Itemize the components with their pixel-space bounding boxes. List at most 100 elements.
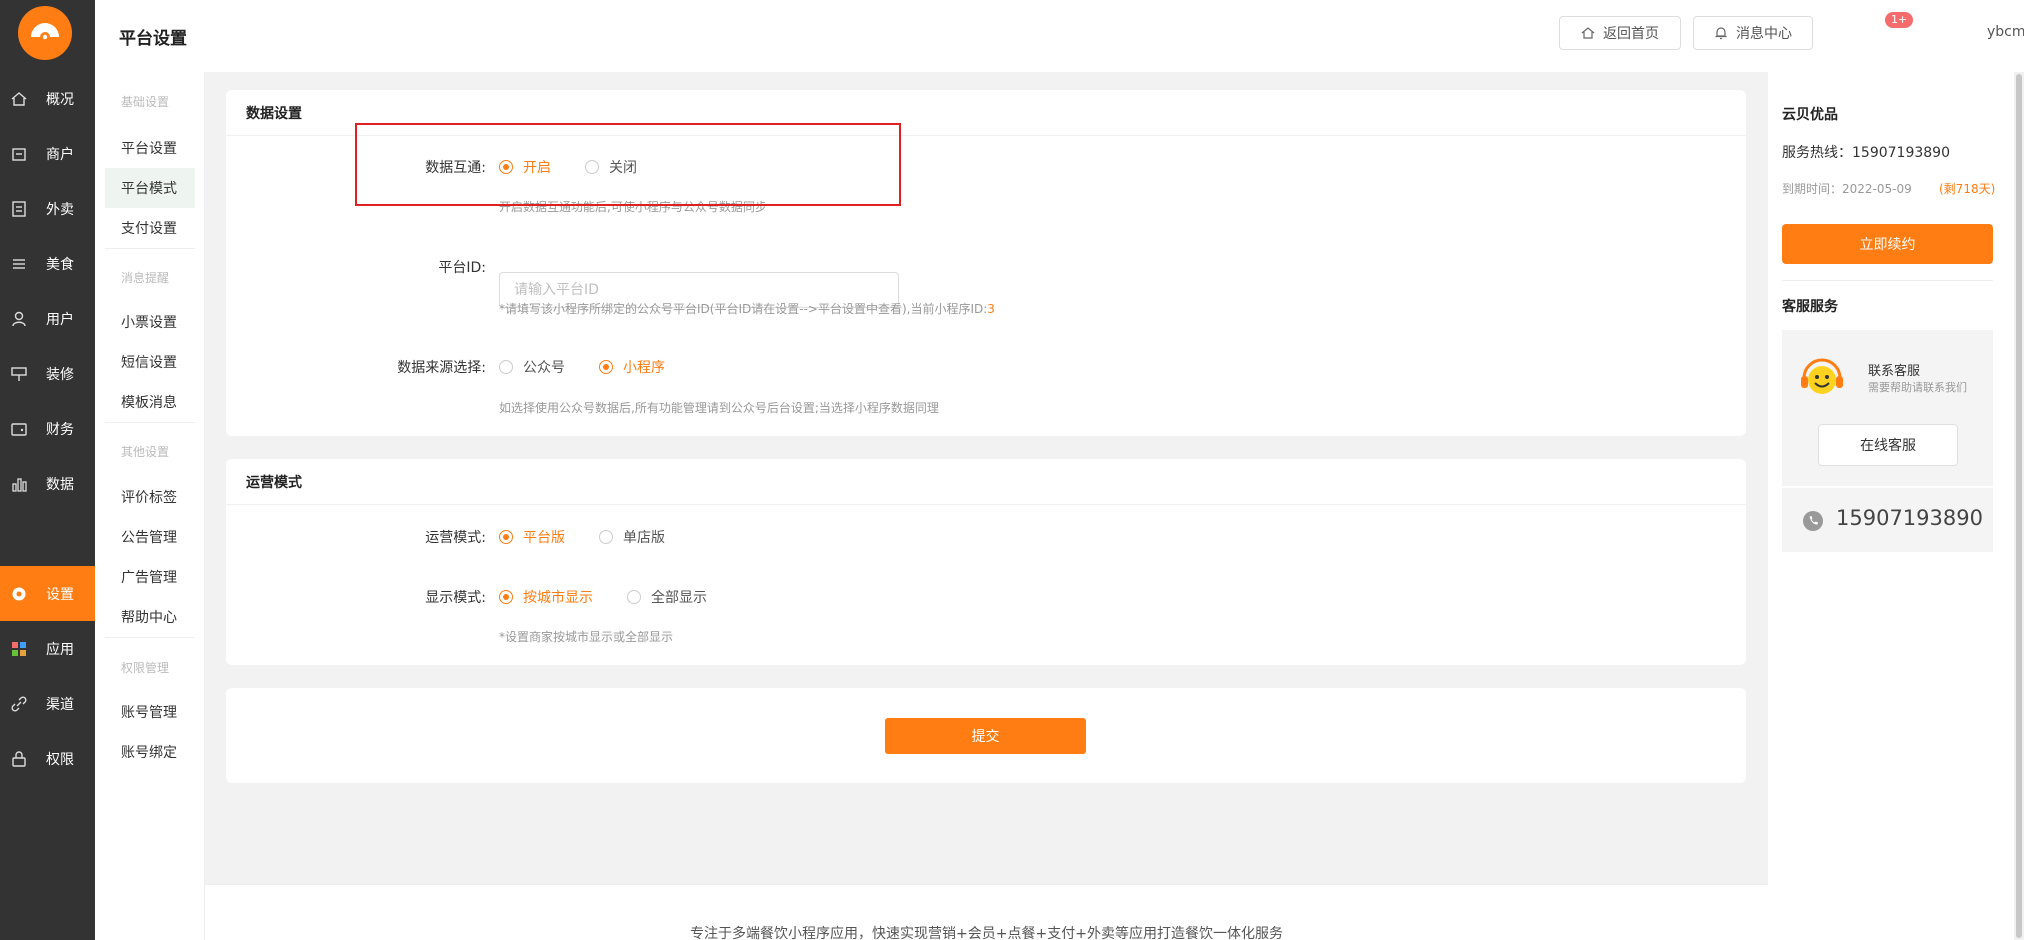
- nav-item-data[interactable]: 数据: [0, 456, 95, 511]
- subnav-item-template-messages[interactable]: 模板消息: [105, 382, 195, 422]
- nav-item-label: 用户: [46, 311, 74, 328]
- nav-item-label: 应用: [46, 641, 74, 658]
- service-hotline: 服务热线：15907193890: [1782, 145, 1950, 161]
- scrollbar-thumb[interactable]: [2016, 74, 2022, 938]
- platform-id-hint: *请填写该小程序所绑定的公众号平台ID(平台ID请在设置-->平台设置中查看),…: [499, 300, 995, 317]
- current-miniprogram-id: 3: [987, 302, 995, 316]
- mode-platform-radio[interactable]: 平台版: [499, 527, 565, 547]
- subnav-item-account-binding[interactable]: 账号绑定: [105, 732, 195, 772]
- highlight-annotation-box: [355, 123, 901, 206]
- nav-item-food[interactable]: 美食: [0, 236, 95, 291]
- card-title: 运营模式: [226, 459, 1746, 505]
- nav-item-label: 数据: [46, 476, 74, 493]
- subnav-group-title: 其他设置: [121, 445, 170, 459]
- subnav-item-review-tags[interactable]: 评价标签: [105, 477, 195, 517]
- nav-item-label: 商户: [46, 146, 74, 163]
- data-source-label: 数据来源选择:: [397, 360, 486, 376]
- subnav-item-platform-settings[interactable]: 平台设置: [105, 128, 195, 168]
- nav-item-decorate[interactable]: 装修: [0, 346, 95, 401]
- nav-item-permissions[interactable]: 权限: [0, 731, 95, 786]
- radio-label: 单店版: [623, 530, 665, 546]
- platform-id-label: 平台ID:: [438, 260, 486, 276]
- radio-dot: [599, 530, 613, 544]
- subnav-divider: [105, 422, 195, 423]
- subnav-divider: [105, 248, 195, 249]
- nav-item-overview[interactable]: 概况: [0, 71, 95, 126]
- top-header: 平台设置 返回首页 消息中心 1+ ybcms: [95, 0, 2024, 72]
- footer-text: 专注于多端餐饮小程序应用，快速实现营销+会员+点餐+支付+外卖等应用打造餐饮一体…: [690, 926, 1283, 940]
- subnav-group-title: 基础设置: [121, 95, 170, 109]
- service-box-divider: [1782, 486, 1993, 488]
- nav-item-takeout[interactable]: 外卖: [0, 181, 95, 236]
- service-phone-number: 15907193890: [1836, 506, 1983, 530]
- back-home-button[interactable]: 返回首页: [1559, 16, 1681, 50]
- account-info-panel: 云贝优品 服务热线：15907193890 到期时间：2022-05-09 (剩…: [1768, 72, 2024, 940]
- subnav-item-account-management[interactable]: 账号管理: [105, 692, 195, 732]
- nav-item-users[interactable]: 用户: [0, 291, 95, 346]
- gear-icon: [10, 585, 28, 603]
- radio-label: 全部显示: [651, 590, 707, 606]
- subnav-item-announcements[interactable]: 公告管理: [105, 517, 195, 557]
- logo-icon: [31, 23, 59, 42]
- link-icon: [10, 695, 28, 713]
- subnav-item-platform-mode[interactable]: 平台模式: [105, 168, 195, 208]
- radio-dot: [499, 530, 513, 544]
- display-mode-label: 显示模式:: [425, 590, 486, 606]
- bar-chart-icon: [10, 475, 28, 493]
- subnav-divider: [105, 637, 195, 638]
- back-home-label: 返回首页: [1603, 26, 1659, 42]
- bell-icon: [1715, 27, 1727, 40]
- radio-dot: [499, 590, 513, 604]
- online-service-button[interactable]: 在线客服: [1818, 424, 1958, 466]
- subnav-item-receipt-settings[interactable]: 小票设置: [105, 302, 195, 342]
- user-menu[interactable]: ybcms: [1987, 24, 2024, 40]
- subnav-item-ads[interactable]: 广告管理: [105, 557, 195, 597]
- nav-item-settings[interactable]: 设置: [0, 566, 95, 621]
- brand-logo[interactable]: [18, 6, 72, 60]
- nav-item-label: 渠道: [46, 696, 74, 713]
- message-center-label: 消息中心: [1736, 26, 1792, 42]
- need-help-text: 需要帮助请联系我们: [1868, 381, 1967, 394]
- page-footer: 专注于多端餐饮小程序应用，快速实现营销+会员+点餐+支付+外卖等应用打造餐饮一体…: [205, 884, 1768, 940]
- subnav-item-payment-settings[interactable]: 支付设置: [105, 208, 195, 248]
- contact-service-label: 联系客服: [1868, 364, 1921, 379]
- subnav-item-help-center[interactable]: 帮助中心: [105, 597, 195, 637]
- nav-item-finance[interactable]: 财务: [0, 401, 95, 456]
- customer-service-avatar-icon: [1801, 358, 1843, 394]
- customer-service-box: 联系客服 需要帮助请联系我们 在线客服 15907193890: [1782, 330, 1993, 552]
- nav-item-label: 设置: [46, 586, 74, 603]
- main-navbar: 概况 商户 外卖 美食 用户 装修 财务 数据 设置 应用 渠道 权限: [0, 0, 95, 940]
- display-by-city-radio[interactable]: 按城市显示: [499, 587, 593, 607]
- store-icon: [10, 145, 28, 163]
- source-official-radio[interactable]: 公众号: [499, 357, 565, 377]
- data-source-hint: 如选择使用公众号数据后,所有功能管理请到公众号后台设置;当选择小程序数据同理: [499, 401, 939, 415]
- platform-id-hint-text: *请填写该小程序所绑定的公众号平台ID(平台ID请在设置-->平台设置中查看),…: [499, 302, 988, 316]
- nav-item-label: 美食: [46, 256, 74, 273]
- radio-label: 公众号: [523, 360, 565, 376]
- radio-dot: [627, 590, 641, 604]
- nav-item-label: 财务: [46, 421, 74, 438]
- submit-button[interactable]: 提交: [885, 718, 1086, 754]
- brand-name: 云贝优品: [1782, 107, 1838, 123]
- message-center-button[interactable]: 消息中心: [1693, 16, 1813, 50]
- panel-divider: [1782, 280, 1993, 281]
- document-icon: [10, 200, 28, 218]
- renew-button[interactable]: 立即续约: [1782, 224, 1993, 264]
- radio-dot: [499, 360, 513, 374]
- source-miniprogram-radio[interactable]: 小程序: [599, 357, 665, 377]
- operation-mode-card: 运营模式 运营模式: 平台版 单店版 显示模式: 按城市显示 全部显示 *设置商…: [226, 459, 1746, 665]
- page-title: 平台设置: [119, 29, 187, 49]
- nav-item-label: 权限: [46, 751, 74, 768]
- home-icon: [10, 90, 28, 108]
- message-count-badge: 1+: [1885, 12, 1914, 28]
- username: ybcms: [1987, 24, 2024, 40]
- nav-item-apps[interactable]: 应用: [0, 621, 95, 676]
- subnav-item-sms-settings[interactable]: 短信设置: [105, 342, 195, 382]
- decorate-icon: [10, 365, 28, 383]
- nav-item-channel[interactable]: 渠道: [0, 676, 95, 731]
- mode-single-store-radio[interactable]: 单店版: [599, 527, 665, 547]
- nav-item-merchant[interactable]: 商户: [0, 126, 95, 181]
- nav-item-label: 装修: [46, 366, 74, 383]
- display-all-radio[interactable]: 全部显示: [627, 587, 707, 607]
- subnav-group-title: 权限管理: [121, 661, 170, 675]
